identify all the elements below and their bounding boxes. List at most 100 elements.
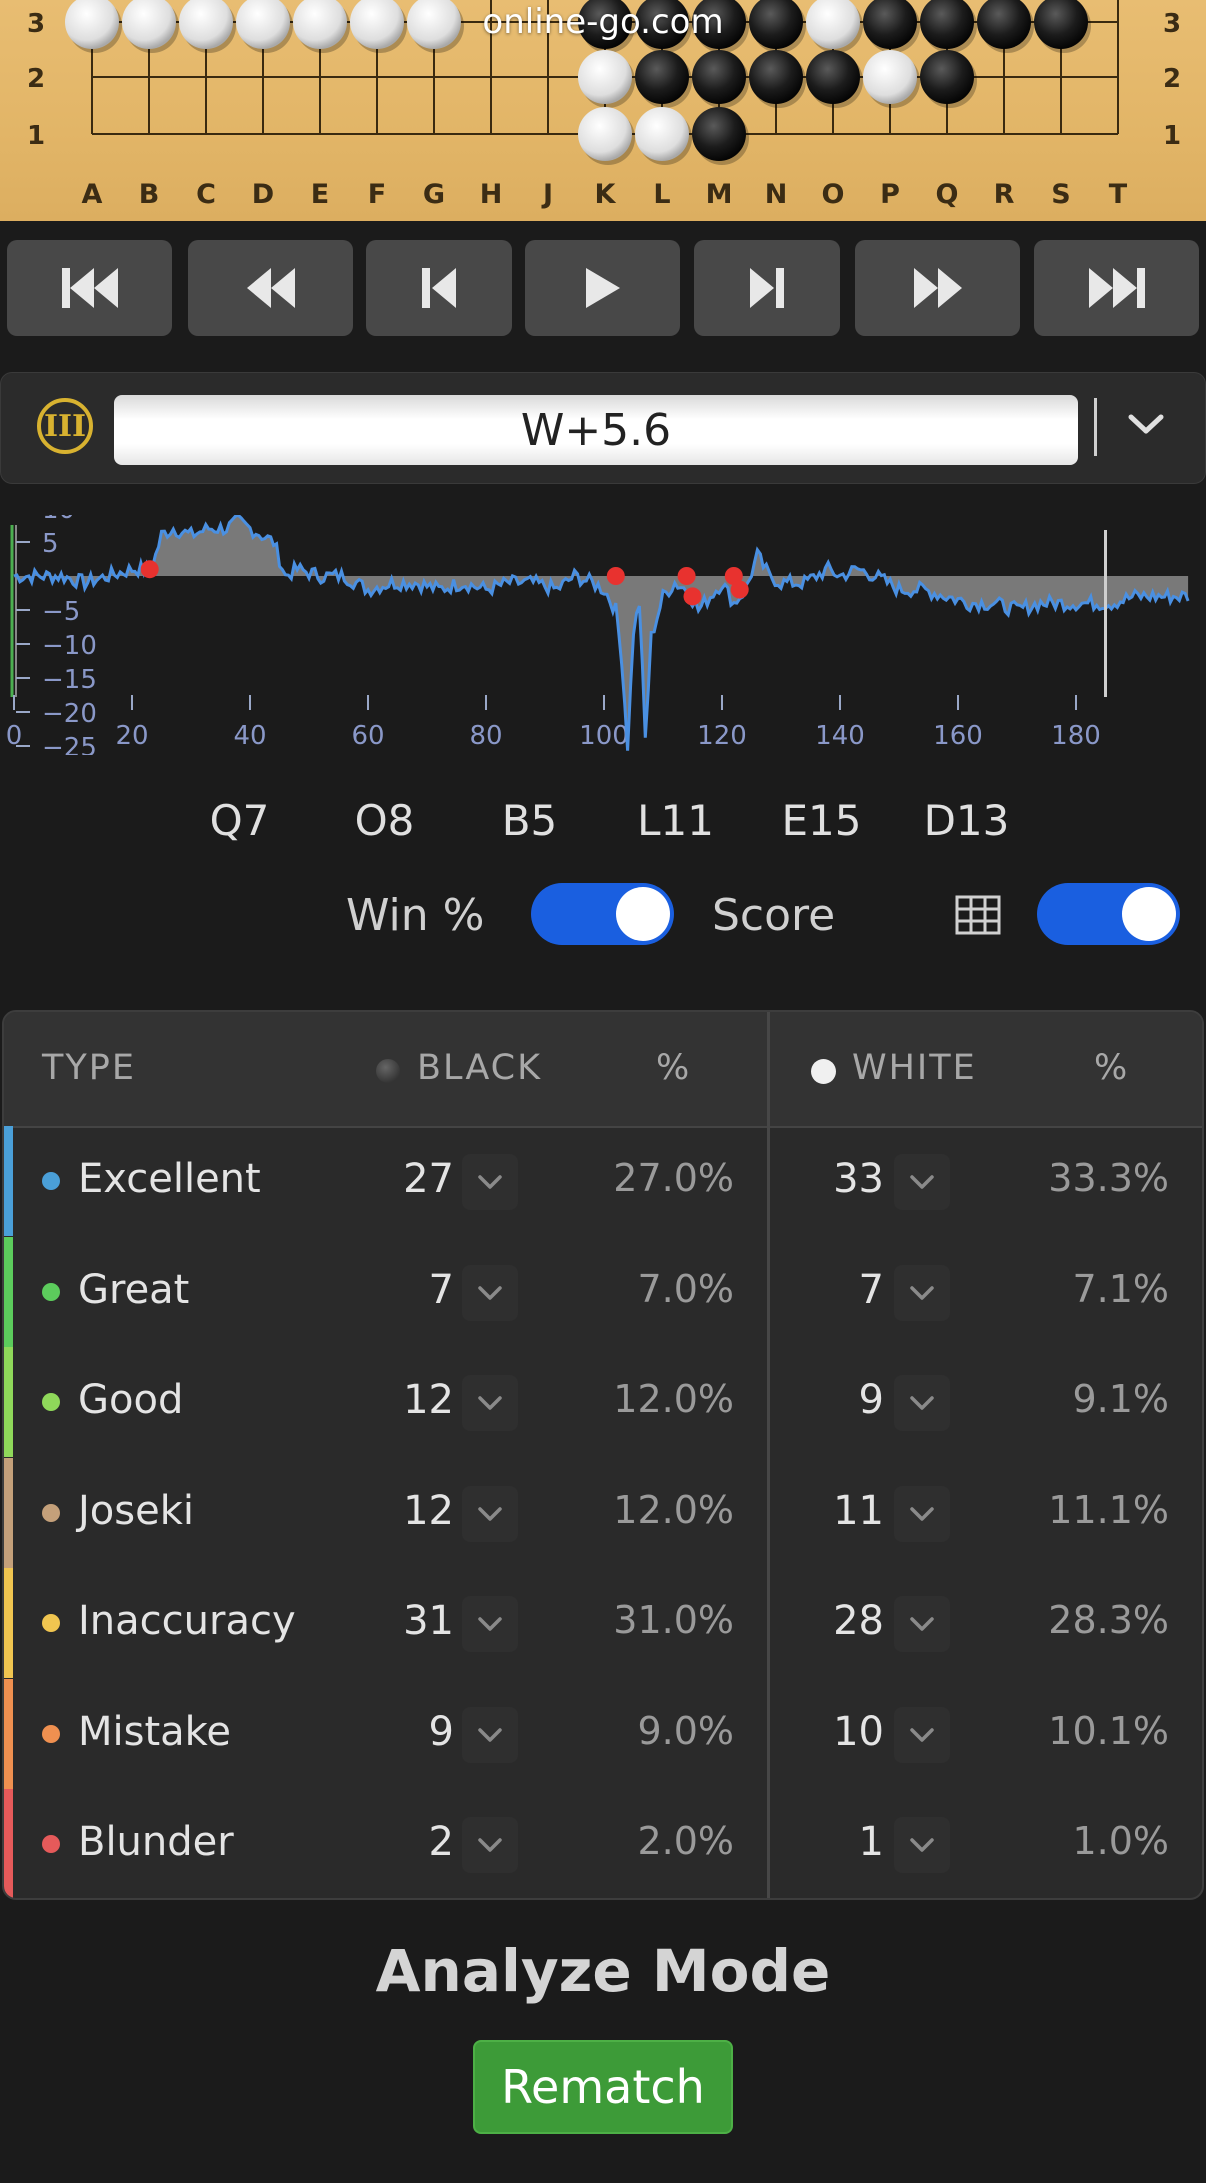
blunder-marker[interactable] [730, 580, 749, 599]
white-stone [635, 107, 689, 161]
blunder-marker[interactable] [606, 567, 625, 585]
variation-button-d13[interactable]: D13 [903, 783, 1030, 857]
black-percent: 12.0% [613, 1377, 734, 1421]
category-dot-icon [42, 1503, 60, 1522]
back-one-button[interactable] [366, 240, 512, 336]
score-label: Score [712, 890, 836, 941]
go-board[interactable]: ABCDEFGHJKLMNOPQRST332211 online-go.com [0, 0, 1206, 221]
back-ten-button[interactable] [188, 240, 353, 336]
black-count: 12 [403, 1377, 454, 1423]
win-percent-label: Win % [346, 890, 485, 941]
black-count: 27 [403, 1156, 454, 1202]
white-expand-button[interactable] [894, 1817, 950, 1873]
score-estimate-bar: III W+5.6 [0, 372, 1206, 484]
category-color-bar [4, 1126, 13, 1236]
black-percent: 31.0% [613, 1598, 734, 1642]
step-back-icon [422, 268, 456, 308]
y-tick-label: −15 [42, 665, 97, 695]
skip-to-start-icon [61, 268, 118, 308]
y-tick-label: −25 [42, 733, 97, 755]
white-count: 1 [858, 1819, 884, 1865]
x-tick-label: 60 [351, 721, 384, 751]
forward-one-button[interactable] [694, 240, 840, 336]
chevron-down-icon [910, 1506, 934, 1521]
chevron-down-icon [910, 1838, 934, 1852]
white-expand-button[interactable] [894, 1375, 950, 1431]
black-expand-button[interactable] [462, 1817, 518, 1873]
y-tick-label: −5 [42, 597, 80, 627]
white-stone [863, 50, 917, 104]
move-stats-table: TYPE BLACK % WHITE % Excellent 27 27.0% 33 3… [2, 1010, 1204, 1900]
black-expand-button[interactable] [462, 1154, 518, 1210]
column-label: C [196, 179, 216, 210]
stats-row-mistake: Mistake 9 9.0% 10 10.1% [4, 1678, 1202, 1789]
chevron-down-icon[interactable] [1126, 409, 1166, 439]
white-percent: 11.1% [1048, 1487, 1169, 1532]
black-percent: 9.0% [637, 1708, 734, 1753]
black-expand-button[interactable] [462, 1706, 518, 1763]
column-label: A [82, 179, 103, 210]
table-icon [955, 895, 1001, 935]
category-dot-icon [42, 1393, 60, 1411]
row-label: 1 [1163, 121, 1181, 151]
variation-button-b5[interactable]: B5 [467, 783, 592, 857]
black-count: 2 [428, 1819, 454, 1865]
forward-ten-button[interactable] [855, 240, 1020, 336]
column-label: H [480, 179, 503, 210]
engine-badge-icon[interactable]: III [37, 398, 93, 454]
first-move-button[interactable] [7, 240, 172, 336]
chevron-down-icon [910, 1727, 934, 1742]
variation-button-l11[interactable]: L11 [612, 783, 739, 857]
chevron-down-icon [478, 1506, 502, 1521]
header-white-percent: % [1094, 1048, 1130, 1088]
white-expand-button[interactable] [894, 1706, 950, 1763]
variation-button-o8[interactable]: O8 [322, 783, 447, 857]
blunder-marker[interactable] [683, 587, 702, 606]
black-count: 31 [403, 1598, 454, 1644]
white-stone [578, 107, 632, 161]
black-expand-button[interactable] [462, 1485, 518, 1542]
blunder-marker[interactable] [140, 560, 159, 579]
white-expand-button[interactable] [894, 1485, 950, 1542]
category-label: Good [78, 1377, 184, 1423]
play-button[interactable] [525, 240, 680, 336]
white-percent: 10.1% [1048, 1708, 1169, 1753]
black-expand-button[interactable] [462, 1596, 518, 1652]
category-dot-icon [42, 1724, 60, 1743]
divider [1094, 398, 1097, 456]
x-tick-label: 0 [6, 721, 23, 751]
category-label: Excellent [78, 1156, 261, 1202]
black-expand-button[interactable] [462, 1375, 518, 1431]
white-expand-button[interactable] [894, 1264, 950, 1321]
win-score-toggle[interactable] [531, 883, 674, 945]
header-black: BLACK [417, 1048, 543, 1088]
column-label: L [653, 179, 670, 210]
white-count: 28 [833, 1598, 884, 1644]
black-stone-icon [376, 1059, 400, 1083]
column-label: S [1051, 179, 1070, 210]
white-count: 33 [833, 1156, 884, 1202]
category-dot-icon [42, 1835, 60, 1853]
column-label: N [765, 179, 788, 210]
black-percent: 7.0% [637, 1266, 734, 1311]
score-graph[interactable]: 10 5 −5 −10 −15 −20 −25 0 20 40 60 80 100 120 140 160 18… [0, 515, 1206, 755]
black-percent: 12.0% [613, 1487, 734, 1532]
last-move-button[interactable] [1034, 240, 1199, 336]
white-expand-button[interactable] [894, 1154, 950, 1210]
variation-button-q7[interactable]: Q7 [177, 783, 302, 857]
black-stone [920, 50, 974, 104]
black-expand-button[interactable] [462, 1264, 518, 1321]
variation-button-e15[interactable]: E15 [758, 783, 885, 857]
category-dot-icon [42, 1282, 60, 1301]
header-white: WHITE [852, 1048, 977, 1088]
category-label: Inaccuracy [78, 1598, 296, 1644]
rematch-button[interactable]: Rematch [473, 2040, 733, 2134]
row-label: 2 [1163, 64, 1181, 94]
black-count: 12 [403, 1487, 454, 1534]
column-label: Q [936, 179, 959, 210]
x-tick-label: 180 [1051, 721, 1101, 751]
blunder-marker[interactable] [677, 567, 696, 585]
table-toggle[interactable] [1037, 883, 1180, 945]
white-expand-button[interactable] [894, 1596, 950, 1652]
column-label: P [880, 179, 900, 210]
